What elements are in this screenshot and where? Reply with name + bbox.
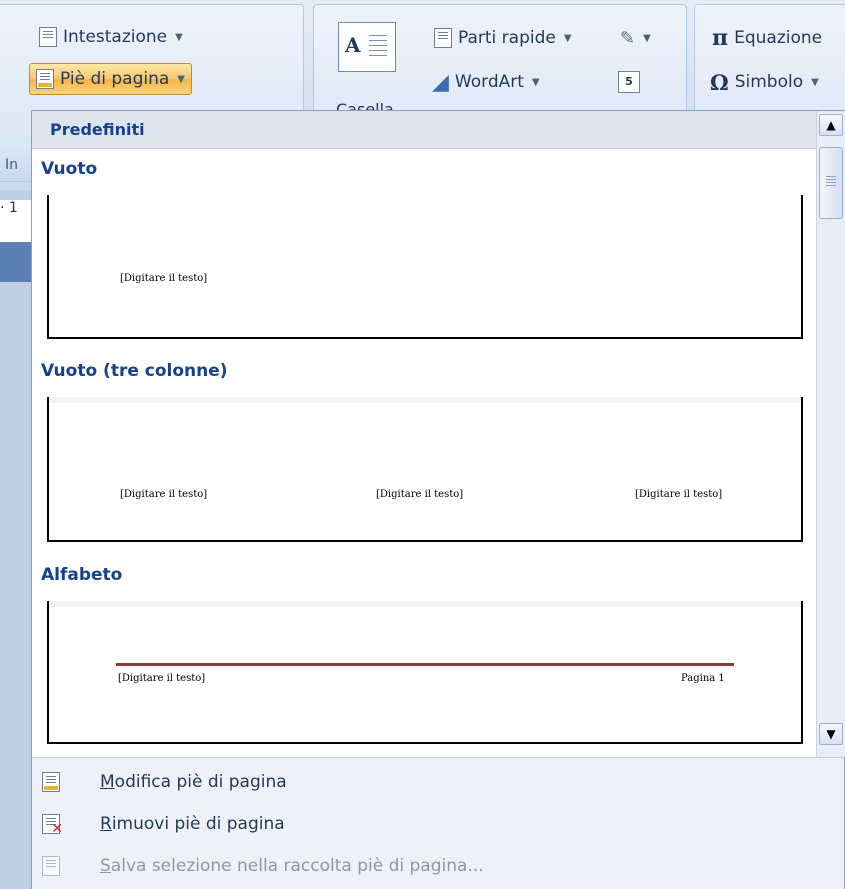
date-time-button[interactable]: 5 bbox=[612, 66, 646, 98]
scroll-down-button[interactable]: ▼ bbox=[819, 723, 843, 745]
gallery-header: Predefiniti bbox=[32, 111, 816, 149]
save-selection-label-rest: alva selezione nella raccolta piè di pag… bbox=[110, 856, 484, 876]
accelerator-key: S bbox=[100, 856, 111, 876]
placeholder-text: [Digitare il testo] bbox=[635, 489, 723, 500]
section-title: Vuoto bbox=[41, 159, 98, 179]
placeholder-text: [Digitare il testo] bbox=[120, 273, 208, 284]
footer-option-vuoto[interactable]: [Digitare il testo] bbox=[47, 195, 803, 339]
chevron-down-icon: ▼ bbox=[811, 76, 819, 88]
accelerator-key: M bbox=[100, 772, 115, 792]
edit-footer-label: Modifica piè di pagina bbox=[100, 772, 287, 792]
footer-option-alfabeto[interactable]: [Digitare il testo] Pagina 1 bbox=[47, 601, 803, 744]
edit-footer-icon bbox=[42, 772, 60, 792]
symbol-button[interactable]: Ω Simbolo ▼ bbox=[704, 66, 825, 98]
chevron-down-icon: ▼ bbox=[531, 76, 540, 88]
section-title: Vuoto (tre colonne) bbox=[41, 361, 228, 381]
footer-button[interactable]: Piè di pagina ▼ bbox=[29, 63, 192, 95]
header-button[interactable]: Intestazione ▼ bbox=[33, 21, 189, 53]
gallery: Vuoto [Digitare il testo] Vuoto (tre col… bbox=[32, 149, 816, 757]
group-label: In bbox=[5, 157, 19, 173]
chevron-down-icon: ▼ bbox=[643, 32, 651, 44]
section-title: Alfabeto bbox=[41, 565, 123, 585]
quickparts-icon bbox=[434, 28, 452, 48]
remove-footer-command[interactable]: ✕ Rimuovi piè di pagina bbox=[32, 806, 844, 842]
edit-footer-command[interactable]: Modifica piè di pagina bbox=[32, 764, 844, 800]
quickparts-button[interactable]: Parti rapide ▼ bbox=[428, 22, 578, 54]
equation-button[interactable]: π Equazione bbox=[706, 22, 828, 54]
header-icon bbox=[39, 27, 57, 47]
remove-footer-label-rest: imuovi piè di pagina bbox=[111, 814, 285, 834]
textbox-icon: A bbox=[345, 33, 361, 57]
scroll-up-button[interactable]: ▲ bbox=[819, 114, 843, 136]
wordart-label: WordArt bbox=[454, 72, 524, 92]
equation-label: Equazione bbox=[734, 28, 823, 48]
save-selection-command: Salva selezione nella raccolta piè di pa… bbox=[32, 848, 844, 884]
scroll-thumb[interactable] bbox=[819, 147, 843, 219]
placeholder-text: [Digitare il testo] bbox=[376, 489, 464, 500]
symbol-label: Simbolo bbox=[734, 72, 804, 92]
document-edge bbox=[0, 190, 34, 889]
header-button-label: Intestazione bbox=[63, 27, 168, 47]
textbox-button[interactable]: A bbox=[338, 22, 396, 72]
textbox-lines bbox=[369, 35, 387, 59]
wordart-icon: ◢ bbox=[432, 69, 449, 95]
remove-footer-icon: ✕ bbox=[42, 814, 63, 837]
footer-rule-line bbox=[116, 663, 734, 666]
delete-x-icon: ✕ bbox=[51, 821, 63, 837]
quickparts-label: Parti rapide bbox=[458, 28, 556, 48]
document-background bbox=[0, 242, 34, 282]
edit-footer-label-rest: odifica piè di pagina bbox=[114, 772, 287, 792]
footer-option-vuoto-tre-colonne[interactable]: [Digitare il testo] [Digitare il testo] … bbox=[47, 397, 803, 542]
chevron-down-icon: ▼ bbox=[177, 73, 185, 85]
accelerator-key: R bbox=[100, 814, 112, 834]
calendar-icon: 5 bbox=[618, 71, 640, 93]
remove-footer-label: Rimuovi piè di pagina bbox=[100, 814, 285, 834]
save-to-gallery-icon bbox=[42, 856, 60, 876]
pi-icon: π bbox=[712, 25, 729, 51]
page-number-text: Pagina 1 bbox=[681, 673, 725, 684]
thumbnail-frame bbox=[47, 397, 803, 542]
ruler: · 1 bbox=[0, 200, 34, 242]
placeholder-text: [Digitare il testo] bbox=[120, 489, 208, 500]
ruler-number: · 1 bbox=[0, 200, 18, 216]
thumbnail-frame bbox=[47, 195, 803, 339]
wordart-button[interactable]: ◢ WordArt ▼ bbox=[426, 66, 546, 98]
footer-commands: Modifica piè di pagina ✕ Rimuovi piè di … bbox=[32, 757, 844, 889]
grip-icon bbox=[826, 176, 836, 188]
footer-button-label: Piè di pagina bbox=[60, 69, 170, 89]
footer-icon bbox=[36, 69, 54, 89]
chevron-down-icon: ▼ bbox=[175, 31, 183, 43]
signature-pen-icon: ✎ bbox=[620, 27, 636, 49]
footer-gallery-dropdown: Predefiniti Vuoto [Digitare il testo] Vu… bbox=[31, 110, 845, 889]
gallery-scrollbar[interactable]: ▲ ▼ bbox=[816, 111, 845, 757]
save-selection-label: Salva selezione nella raccolta piè di pa… bbox=[100, 856, 484, 876]
signature-line-button[interactable]: ✎ ▼ bbox=[614, 22, 657, 54]
chevron-down-icon: ▼ bbox=[563, 32, 572, 44]
placeholder-text: [Digitare il testo] bbox=[118, 673, 206, 684]
omega-icon: Ω bbox=[710, 69, 729, 95]
